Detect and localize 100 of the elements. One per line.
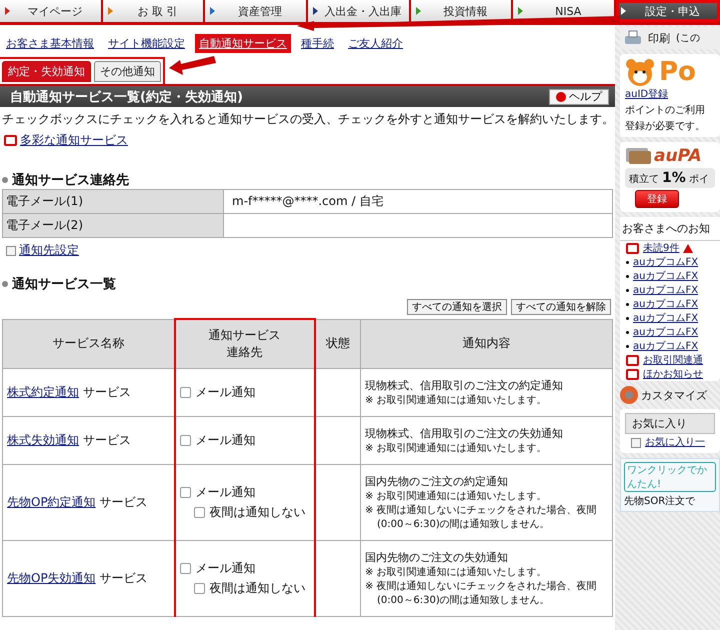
- notice-link[interactable]: ほかお知らせ: [643, 368, 703, 381]
- checkbox-option[interactable]: 夜間は通知しない: [194, 504, 310, 521]
- service-suffix: サービス: [82, 385, 131, 399]
- service-link[interactable]: 先物OP約定通知: [7, 495, 96, 509]
- bullet-icon: [626, 261, 629, 264]
- notice-link[interactable]: auカブコムFX: [633, 312, 698, 325]
- bullet-icon: [626, 317, 629, 320]
- contact-settings-link[interactable]: 通知先設定: [19, 242, 79, 259]
- checkbox[interactable]: [194, 507, 204, 518]
- sub-nav-link[interactable]: サイト機能設定: [104, 34, 189, 53]
- nav-tab[interactable]: お 取 引: [102, 0, 204, 22]
- annotation-arrow: [169, 56, 216, 75]
- mail-icon: [626, 355, 639, 366]
- tab[interactable]: 約定・失効通知: [2, 61, 91, 82]
- notice-link[interactable]: auカブコムFX: [633, 298, 698, 311]
- content-title: 現物株式、信用取引のご注文の失効通知: [365, 426, 564, 441]
- notice-link[interactable]: お取引関連通: [643, 354, 703, 367]
- option-label: 夜間は通知しない: [210, 504, 306, 521]
- bulk-button[interactable]: すべての通知を選択: [407, 299, 507, 315]
- service-suffix: サービス: [100, 571, 148, 585]
- checkbox[interactable]: [180, 563, 190, 574]
- notice-link[interactable]: auカブコムFX: [633, 340, 698, 353]
- favorites-link[interactable]: お気に入り一: [645, 436, 705, 449]
- table-cell: m-f*****@****.com / 自宅: [224, 190, 612, 214]
- print-bar[interactable]: 印刷 (この: [620, 27, 720, 49]
- sub-nav-link[interactable]: 自動通知サービス: [195, 34, 291, 53]
- notice-link[interactable]: auカブコムFX: [633, 256, 698, 269]
- services-link[interactable]: 多彩な通知サービス: [20, 132, 128, 149]
- point-text: 登録が必要です。: [625, 120, 706, 133]
- checkbox-option[interactable]: メール通知: [180, 384, 310, 401]
- print-note: (この: [676, 32, 700, 45]
- warning-icon: [683, 244, 694, 253]
- ad-banner[interactable]: ワンクリックでかんたん! 先物SOR注文で: [620, 458, 720, 512]
- table-cell: 電子メール(2): [2, 214, 224, 238]
- option-label: メール通知: [196, 432, 256, 449]
- credit-card-icon: [625, 147, 651, 165]
- checkbox-option[interactable]: メール通知: [180, 432, 310, 449]
- nav-tab[interactable]: 入出金・入出庫: [308, 0, 409, 22]
- sub-nav-link[interactable]: 種手続: [297, 34, 338, 53]
- point-text: ポイントのご利用: [625, 104, 706, 117]
- bullet-icon: [626, 275, 629, 278]
- banner-badge: ワンクリックでかんたん!: [624, 462, 716, 492]
- notice-heading: お客さまへのお知: [620, 217, 720, 241]
- help-icon: [556, 92, 566, 102]
- sub-nav-link[interactable]: お客さま基本情報: [2, 34, 98, 53]
- help-button[interactable]: ヘルプ: [549, 88, 609, 104]
- print-label: 印刷: [648, 30, 670, 46]
- column-header: 通知サービス連絡先: [174, 319, 314, 368]
- checkbox[interactable]: [194, 583, 204, 594]
- unread-link[interactable]: 未読9件: [643, 242, 680, 255]
- notice-link[interactable]: auカブコムFX: [633, 326, 698, 339]
- bulk-button[interactable]: すべての通知を解除: [511, 299, 611, 315]
- content-note: ※ お取引関連通知には通知いたします。: [365, 490, 548, 503]
- gear-icon: [620, 386, 638, 404]
- checkbox[interactable]: [180, 487, 190, 498]
- column-header: 状態: [314, 319, 360, 368]
- intro-text: チェックボックスにチェックを入れると通知サービスの受入、チェックを外すと通知サービスを解約いたします。: [2, 111, 615, 128]
- checkbox[interactable]: [180, 435, 190, 446]
- bullet-icon: [2, 177, 8, 183]
- option-label: メール通知: [196, 384, 256, 401]
- notice-link[interactable]: auカブコムFX: [633, 270, 698, 283]
- service-link[interactable]: 株式約定通知: [7, 385, 79, 399]
- notice-link[interactable]: auカブコムFX: [633, 284, 698, 297]
- content-title: 国内先物のご注文の失効通知: [365, 550, 509, 565]
- option-label: メール通知: [196, 560, 256, 577]
- section-heading: 通知サービス連絡先: [12, 172, 129, 189]
- arrow-box-icon: [631, 438, 641, 448]
- rate-text: ポイ: [688, 173, 709, 186]
- checkbox-option[interactable]: 夜間は通知しない: [194, 580, 310, 597]
- arrow-box-icon: [6, 246, 16, 256]
- service-link[interactable]: 先物OP失効通知: [7, 571, 96, 585]
- option-label: メール通知: [196, 484, 256, 501]
- column-header: 通知内容: [360, 319, 612, 368]
- mail-icon: [4, 135, 17, 146]
- checkbox[interactable]: [180, 387, 190, 398]
- content-title: 国内先物のご注文の約定通知: [365, 474, 509, 489]
- sub-nav-link[interactable]: ご友人紹介: [344, 34, 407, 53]
- tab[interactable]: その他通知: [94, 61, 161, 82]
- nav-tab[interactable]: 設定・申込: [616, 0, 720, 22]
- nav-tab[interactable]: 投資情報: [410, 0, 512, 22]
- page-title: 自動通知サービス一覧(約定・失効通知): [10, 88, 243, 106]
- bullet-icon: [626, 345, 629, 348]
- printer-icon: [624, 30, 642, 46]
- service-link[interactable]: 株式失効通知: [7, 433, 79, 447]
- auid-link[interactable]: auID登録: [625, 88, 715, 101]
- checkbox-option[interactable]: メール通知: [180, 484, 310, 501]
- mail-icon: [626, 243, 639, 254]
- nav-tab[interactable]: マイページ: [0, 0, 101, 22]
- column-header: サービス名称: [2, 319, 174, 368]
- nav-tab[interactable]: 資産管理: [205, 0, 306, 22]
- content-note: ※ 夜間は通知しないにチェックをされた場合、夜間(0:00～6:30)の間は通知致しません。: [365, 504, 598, 531]
- favorites-tab[interactable]: お気に入り: [625, 413, 715, 434]
- content-title: 現物株式、信用取引のご注文の約定通知: [365, 378, 564, 393]
- content-note: ※ お取引関連通知には通知いたします。: [365, 566, 548, 579]
- checkbox-option[interactable]: メール通知: [180, 560, 310, 577]
- bullet-icon: [626, 303, 629, 306]
- table-cell: 電子メール(1): [2, 190, 224, 214]
- register-button[interactable]: 登録: [635, 190, 679, 208]
- option-label: 夜間は通知しない: [210, 580, 306, 597]
- service-suffix: サービス: [82, 433, 131, 447]
